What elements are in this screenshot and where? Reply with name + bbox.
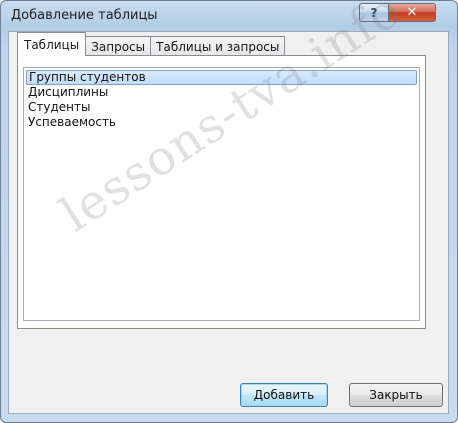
tab-tables[interactable]: Таблицы: [17, 32, 87, 56]
list-item-student-groups[interactable]: Группы студентов: [26, 70, 417, 85]
help-icon: ?: [370, 5, 378, 20]
list-item-disciplines[interactable]: Дисциплины: [26, 85, 417, 100]
tab-tables-and-queries[interactable]: Таблицы и запросы: [150, 36, 286, 56]
tab-strip: Таблицы Запросы Таблицы и запросы: [17, 32, 286, 56]
help-button[interactable]: ?: [359, 3, 389, 22]
list-item-performance[interactable]: Успеваемость: [26, 115, 417, 130]
add-table-dialog: Добавление таблицы ? ✕ Таблицы Запросы Т…: [0, 0, 458, 423]
title-bar[interactable]: Добавление таблицы ? ✕: [1, 1, 457, 31]
close-button[interactable]: Закрыть: [349, 383, 443, 407]
window-title: Добавление таблицы: [11, 8, 158, 23]
close-window-button[interactable]: ✕: [388, 3, 436, 22]
tables-listbox[interactable]: Группы студентов Дисциплины Студенты Усп…: [23, 67, 420, 321]
tab-queries[interactable]: Запросы: [85, 36, 152, 56]
list-item-students[interactable]: Студенты: [26, 100, 417, 115]
close-icon: ✕: [406, 5, 418, 20]
add-button[interactable]: Добавить: [240, 383, 328, 407]
